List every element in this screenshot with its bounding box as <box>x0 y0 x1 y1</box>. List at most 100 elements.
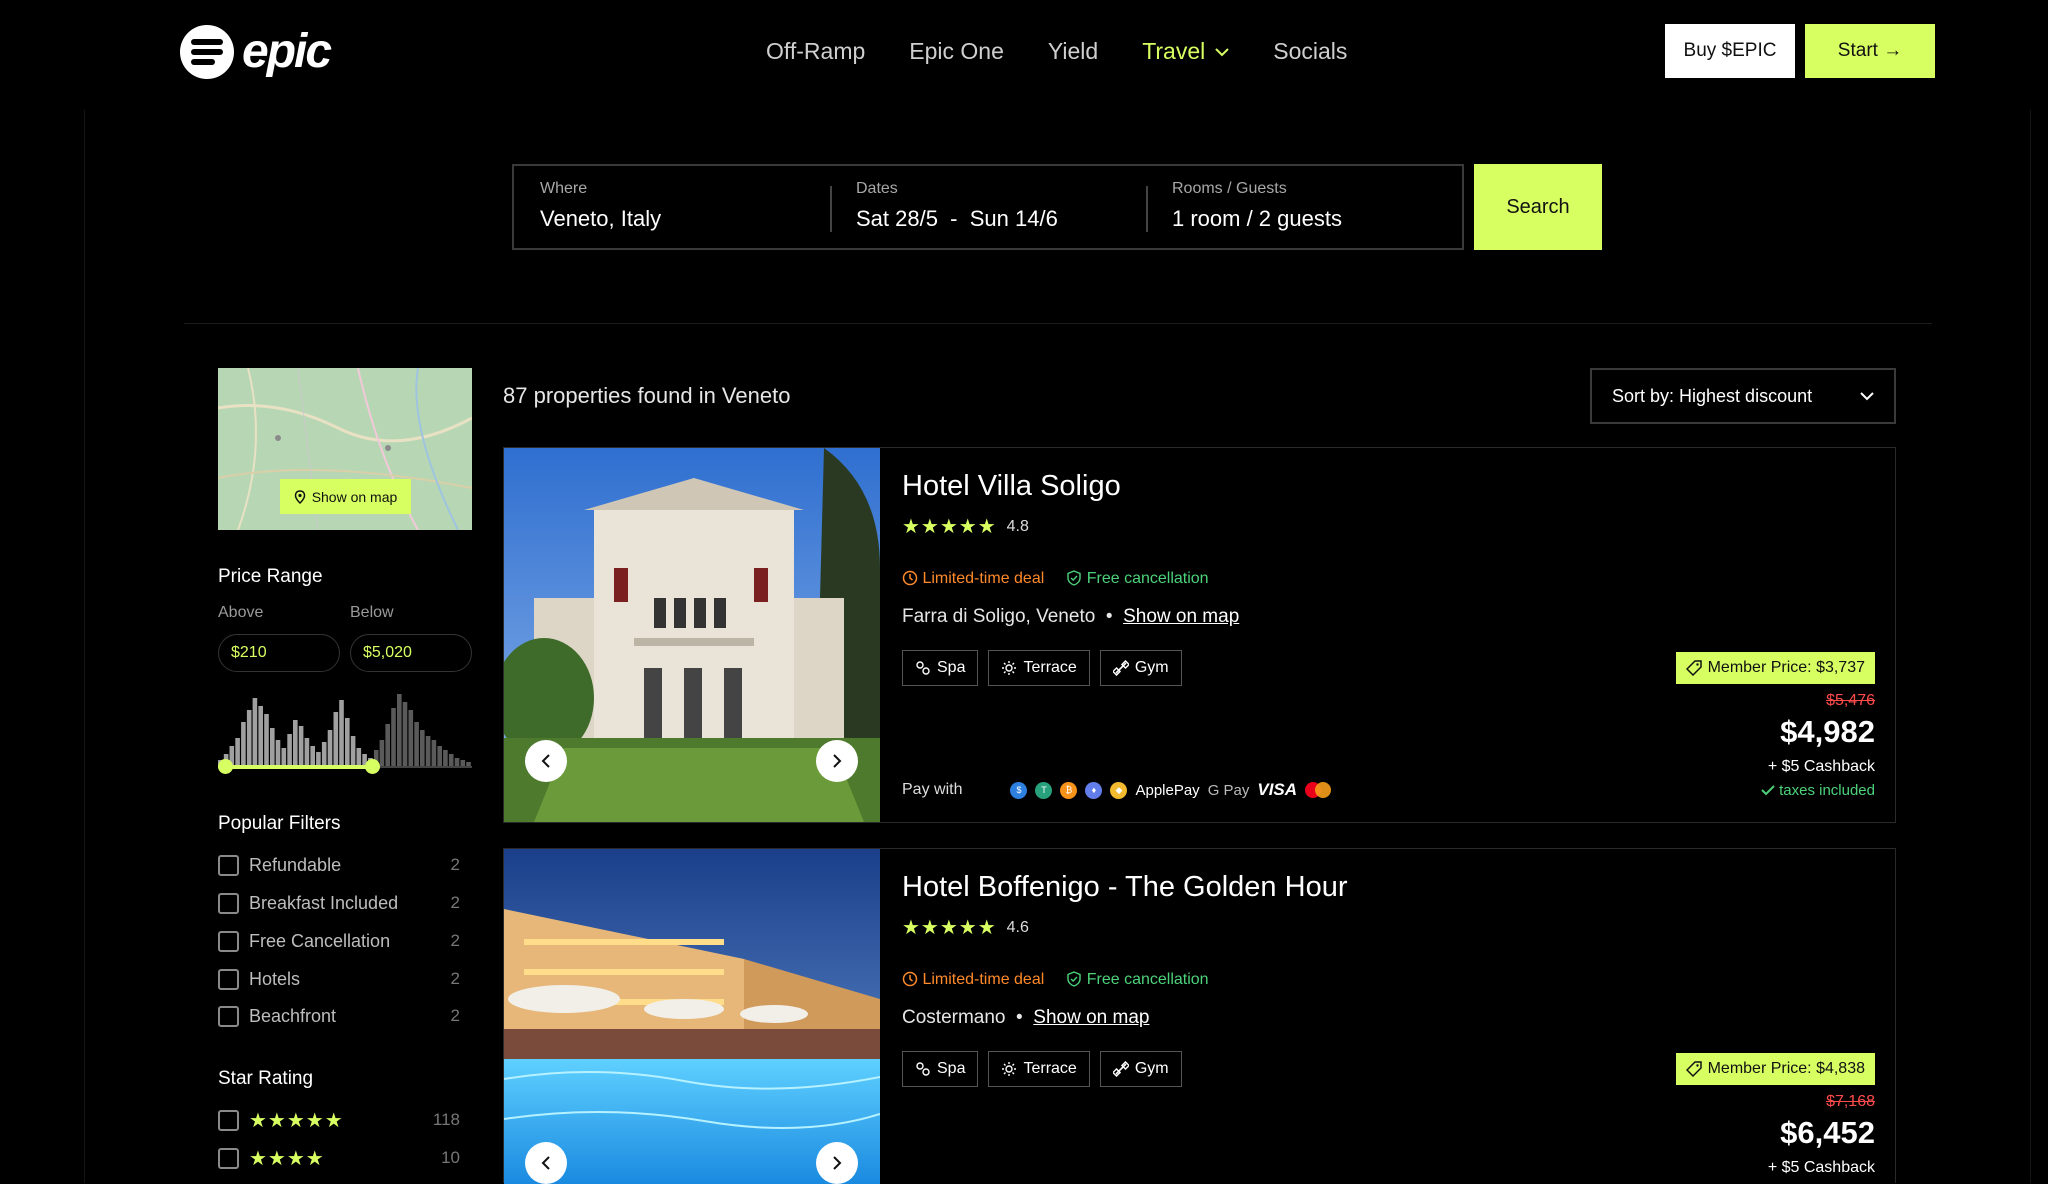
filter-label: Refundable <box>249 854 342 875</box>
logo-text: epic <box>242 25 332 78</box>
price-slider-track <box>226 765 372 769</box>
show-on-map-link[interactable]: Show on map <box>1123 606 1239 627</box>
free-cancellation-label: Free cancellation <box>1086 971 1209 988</box>
histogram-bar <box>431 740 437 768</box>
amenity-spa: Spa <box>902 1051 979 1087</box>
where-field[interactable]: Where Veneto, Italy <box>514 166 830 248</box>
below-label: Below <box>350 604 394 621</box>
above-label: Above <box>218 604 264 621</box>
checkbox[interactable] <box>218 1005 239 1027</box>
filter-count: 2 <box>450 855 460 874</box>
buy-epic-button[interactable]: Buy $EPIC <box>1665 24 1795 78</box>
epic-logo-icon <box>180 24 234 79</box>
cashback-text: + $5 Cashback <box>1767 1159 1875 1176</box>
price-histogram <box>218 694 471 768</box>
star-icons: ★★★★★ <box>902 917 997 939</box>
start-button[interactable]: Start → <box>1805 24 1935 78</box>
hotel-name[interactable]: Hotel Villa Soligo <box>902 470 1121 503</box>
hotel-name[interactable]: Hotel Boffenigo - The Golden Hour <box>902 871 1347 904</box>
histogram-bar <box>304 738 310 768</box>
checkbox[interactable] <box>218 968 239 990</box>
filter-hotels[interactable]: Hotels 2 <box>218 967 460 991</box>
hotel-card[interactable]: Hotel Villa Soligo ★★★★★ 4.8 Limited-tim… <box>503 447 1896 823</box>
hotel-card[interactable]: Hotel Boffenigo - The Golden Hour ★★★★★ … <box>503 848 1896 1184</box>
price-slider-min-handle[interactable] <box>218 759 233 774</box>
histogram-bar <box>235 738 240 768</box>
histogram-bar <box>264 714 269 768</box>
nav-item-travel[interactable]: Travel <box>1142 38 1229 65</box>
price-max-input[interactable]: $5,020 <box>350 634 472 672</box>
guests-value: 1 room / 2 guests <box>1172 206 1342 231</box>
show-on-map-label: Show on map <box>311 488 398 505</box>
hotel-rating: ★★★★★ 4.8 <box>902 514 1029 539</box>
popular-filters-title: Popular Filters <box>218 813 341 834</box>
price-min-input[interactable]: $210 <box>218 634 340 672</box>
taxes-included: taxes included <box>1761 782 1875 799</box>
cashback-text: + $5 Cashback <box>1767 758 1875 775</box>
panel-border-left <box>84 110 85 1183</box>
filter-4-stars[interactable]: ★★★★ 10 <box>218 1146 460 1170</box>
bullet: • <box>1100 606 1118 627</box>
dates-field[interactable]: Dates Sat 28/5 - Sun 14/6 <box>830 166 1146 248</box>
amenity-label: Spa <box>937 659 966 676</box>
dumbbell-icon <box>1112 1061 1129 1077</box>
show-on-map-link[interactable]: Show on map <box>1033 1007 1149 1028</box>
checkbox[interactable] <box>218 854 239 876</box>
histogram-bar <box>339 700 344 768</box>
apple-pay-icon: ApplePay <box>1135 781 1200 799</box>
histogram-bar <box>345 718 350 768</box>
search-bar: Where Veneto, Italy Dates Sat 28/5 - Sun… <box>512 164 1464 250</box>
amenities: Spa Terrace Gym <box>902 650 1182 686</box>
checkbox[interactable] <box>218 1147 239 1169</box>
filter-5-stars[interactable]: ★★★★★ 118 <box>218 1108 460 1132</box>
guests-field[interactable]: Rooms / Guests 1 room / 2 guests <box>1146 166 1462 248</box>
checkbox[interactable] <box>218 1109 239 1131</box>
hotel-image[interactable] <box>504 448 880 822</box>
histogram-bar <box>333 712 339 768</box>
filter-breakfast-included[interactable]: Breakfast Included 2 <box>218 891 460 915</box>
price-slider-max-handle[interactable] <box>365 759 380 774</box>
where-label: Where <box>540 180 588 197</box>
logo[interactable]: epic <box>180 24 332 79</box>
nav-item-socials[interactable]: Socials <box>1273 38 1347 65</box>
nav-item-off-ramp[interactable]: Off-Ramp <box>766 38 865 65</box>
filter-beachfront[interactable]: Beachfront 2 <box>218 1004 460 1028</box>
carousel-prev-button[interactable] <box>525 1142 567 1184</box>
spa-icon <box>916 661 930 675</box>
checkbox[interactable] <box>218 892 239 914</box>
histogram-bar <box>287 734 292 768</box>
histogram-bar <box>397 694 402 768</box>
amenity-gym: Gym <box>1099 650 1182 686</box>
section-divider <box>184 323 1932 324</box>
carousel-prev-button[interactable] <box>525 740 567 782</box>
carousel-next-button[interactable] <box>816 740 858 782</box>
show-on-map-button[interactable]: Show on map <box>280 479 411 514</box>
chevron-left-icon <box>541 754 550 768</box>
filter-free-cancellation[interactable]: Free Cancellation 2 <box>218 929 460 953</box>
histogram-bar <box>241 722 246 768</box>
filter-count: 2 <box>450 969 460 988</box>
chevron-left-icon <box>541 1156 550 1170</box>
tag-icon <box>1685 660 1702 676</box>
nav-item-travel-label: Travel <box>1142 38 1206 64</box>
hotel-location: Farra di Soligo, Veneto • Show on map <box>902 606 1239 628</box>
hotel-rating: ★★★★★ 4.6 <box>902 915 1029 940</box>
amenity-spa: Spa <box>902 650 979 686</box>
sort-dropdown[interactable]: Sort by: Highest discount <box>1590 368 1896 424</box>
original-price: $5,476 <box>1826 692 1875 709</box>
star-icons: ★★★★★ <box>902 516 997 538</box>
histogram-bar <box>385 724 390 768</box>
star-rating-title: Star Rating <box>218 1068 314 1089</box>
filter-refundable[interactable]: Refundable 2 <box>218 853 460 877</box>
sun-icon <box>1002 661 1017 675</box>
nav-item-yield[interactable]: Yield <box>1048 38 1098 65</box>
carousel-next-button[interactable] <box>816 1142 858 1184</box>
ethereum-icon: ♦ <box>1085 781 1103 799</box>
hotel-image[interactable] <box>504 849 880 1184</box>
chevron-down-icon <box>1215 47 1229 56</box>
histogram-bar <box>298 726 304 768</box>
search-button[interactable]: Search <box>1474 164 1602 250</box>
checkbox[interactable] <box>218 930 239 952</box>
nav-item-epic-one[interactable]: Epic One <box>909 38 1004 65</box>
limited-deal-label: Limited-time deal <box>922 570 1045 587</box>
